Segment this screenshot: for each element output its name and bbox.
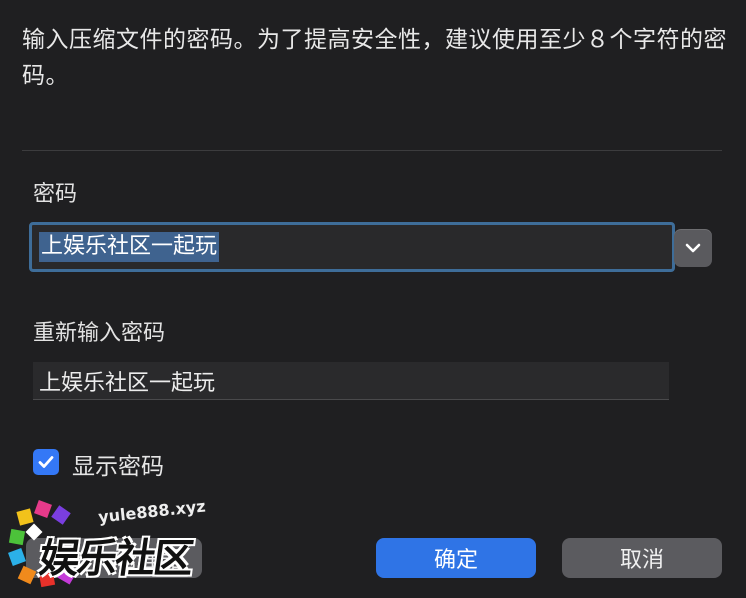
chevron-down-icon — [685, 243, 701, 253]
watermark-url: yule888.xyz — [97, 496, 207, 527]
cancel-button[interactable]: 取消 — [562, 538, 722, 578]
password-label: 密码 — [33, 182, 78, 207]
password-suggestions-button[interactable] — [674, 229, 712, 267]
dialog-description: 输入压缩文件的密码。为了提高安全性，建议使用至少８个字符的密码。 — [22, 27, 727, 89]
ok-button-label: 确定 — [433, 548, 478, 573]
divider — [22, 150, 722, 151]
confirm-password-label: 重新输入密码 — [33, 321, 166, 346]
show-password-label: 显示密码 — [72, 454, 164, 480]
confirm-password-field[interactable]: 上娱乐社区一起玩 — [33, 362, 669, 400]
password-value: 上娱乐社区一起玩 — [39, 232, 220, 262]
watermark-text: 娱乐社区 — [36, 536, 195, 582]
confirm-password-value: 上娱乐社区一起玩 — [39, 370, 216, 396]
show-password-checkbox[interactable] — [33, 449, 59, 475]
watermark-logo: yule888.xyz 娱乐社区 — [6, 496, 206, 594]
password-field[interactable]: 上娱乐社区一起玩 — [29, 222, 675, 272]
cancel-button-label: 取消 — [619, 548, 664, 573]
checkmark-icon — [38, 456, 54, 468]
ok-button[interactable]: 确定 — [376, 538, 536, 578]
